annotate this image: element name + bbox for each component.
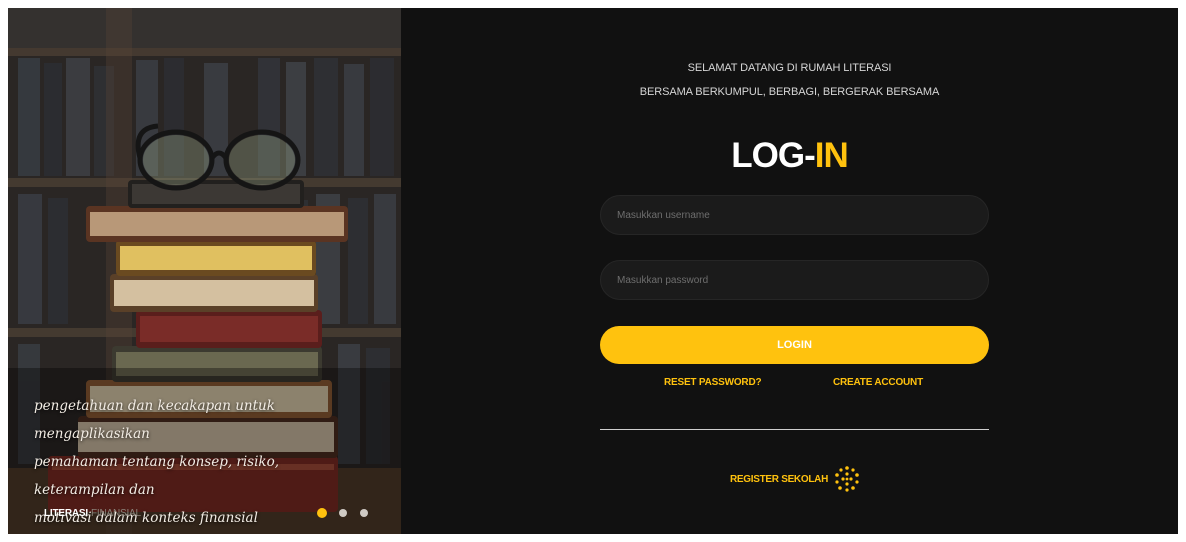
title-part-2: IN xyxy=(814,136,849,175)
hero-brand: LITERASI FINANSIAL xyxy=(44,508,141,519)
username-field-wrapper xyxy=(600,195,989,235)
dotted-circle-icon xyxy=(835,466,859,492)
reset-password-link[interactable]: RESET PASSWORD? xyxy=(664,377,762,388)
divider xyxy=(600,429,989,430)
carousel-dot-3[interactable] xyxy=(360,509,368,517)
username-input[interactable] xyxy=(601,196,988,234)
register-school-label: REGISTER SEKOLAH xyxy=(730,473,828,485)
password-input[interactable] xyxy=(601,261,988,299)
page-title: LOG-IN xyxy=(401,136,1178,176)
carousel-dots xyxy=(317,508,369,518)
login-button[interactable]: LOGIN xyxy=(600,326,989,364)
password-field-wrapper xyxy=(600,260,989,300)
welcome-line-2: BERSAMA BERKUMPUL, BERBAGI, BERGERAK BER… xyxy=(639,86,940,98)
welcome-line-1: SELAMAT DATANG DI RUMAH LITERASI xyxy=(687,62,892,74)
login-panel: SELAMAT DATANG DI RUMAH LITERASI BERSAMA… xyxy=(401,8,1178,534)
register-school-link[interactable]: REGISTER SEKOLAH xyxy=(730,465,861,493)
title-part-1: LOG- xyxy=(731,136,815,175)
hero-caption-line: pengetahuan dan kecakapan untuk mengapli… xyxy=(34,398,275,442)
hero-caption-line: pemahaman tentang konsep, risiko, ketera… xyxy=(34,454,280,498)
hero-carousel: pengetahuan dan kecakapan untuk mengapli… xyxy=(8,8,401,534)
create-account-link[interactable]: CREATE ACCOUNT xyxy=(833,377,923,388)
login-page: pengetahuan dan kecakapan untuk mengapli… xyxy=(8,8,1178,534)
carousel-dot-1[interactable] xyxy=(317,508,327,518)
brand-primary: LITERASI xyxy=(44,508,88,519)
brand-secondary: FINANSIAL xyxy=(90,508,141,519)
carousel-dot-2[interactable] xyxy=(339,509,347,517)
